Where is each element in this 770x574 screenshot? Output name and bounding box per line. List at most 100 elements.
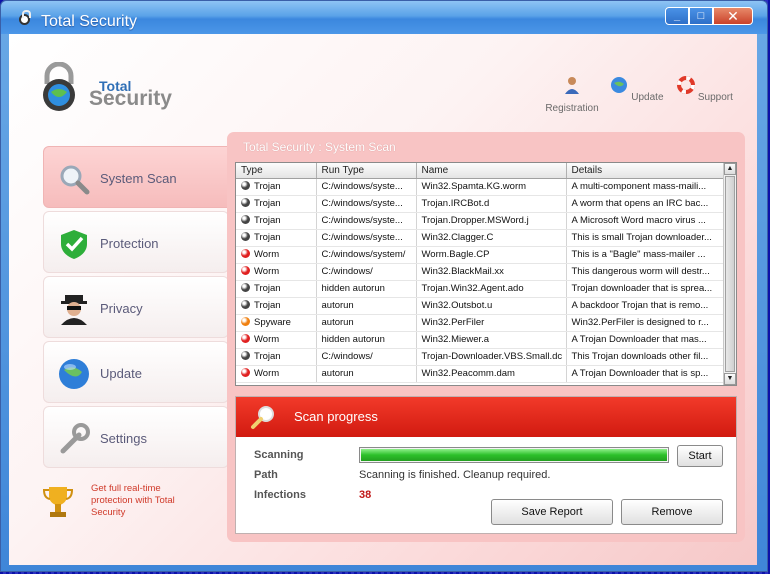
minimize-button[interactable]: _ bbox=[665, 7, 689, 25]
cell-run-type: C:/windows/syste... bbox=[316, 229, 417, 247]
cell-details: This is a "Bagle" mass-mailer ... bbox=[566, 246, 725, 264]
scroll-down-button[interactable]: ▼ bbox=[724, 373, 736, 385]
cell-run-type: C:/windows/ bbox=[316, 263, 417, 281]
cell-run-type: autorun bbox=[316, 365, 417, 383]
registration-label: Registration bbox=[545, 103, 599, 114]
cell-type: Trojan bbox=[236, 195, 317, 213]
threat-status-icon bbox=[241, 368, 250, 377]
cell-name: Win32.Peacomm.dam bbox=[416, 365, 567, 383]
title-bar[interactable]: Total Security _ □ ✕ bbox=[1, 1, 767, 34]
cell-name-text: Trojan.Dropper.MSWord.j bbox=[421, 215, 529, 226]
threat-status-icon bbox=[241, 334, 250, 343]
maximize-button[interactable]: □ bbox=[689, 7, 713, 25]
cell-type: Spyware bbox=[236, 314, 317, 332]
cell-run-type: autorun bbox=[316, 314, 417, 332]
threat-status-icon bbox=[241, 317, 250, 326]
cell-name-text: Win32.BlackMail.xx bbox=[421, 266, 504, 277]
table-row[interactable]: Trojan C:/windows/syste... Trojan.IRCBot.d… bbox=[236, 195, 725, 213]
cell-details: A Microsoft Word macro virus ... bbox=[566, 212, 725, 230]
cell-name: Worm.Bagle.CP bbox=[416, 246, 567, 264]
threat-status-icon bbox=[241, 300, 250, 309]
start-button[interactable]: Start bbox=[677, 445, 723, 467]
table-row[interactable]: Spyware autorun Win32.PerFiler Win32.PerFil… bbox=[236, 314, 725, 332]
cell-type: Trojan bbox=[236, 229, 317, 247]
remove-button[interactable]: Remove bbox=[621, 499, 723, 525]
cell-type: Worm bbox=[236, 263, 317, 281]
sidebar-item-label: Privacy bbox=[100, 301, 143, 316]
path-value: Scanning is finished. Cleanup required. bbox=[359, 469, 551, 481]
sidebar-item-label: Protection bbox=[100, 236, 159, 251]
cell-details: This Trojan downloads other fil... bbox=[566, 348, 725, 366]
table-row[interactable]: Trojan C:/windows/syste... Win32.Clagger.C… bbox=[236, 229, 725, 247]
threat-status-icon bbox=[241, 232, 250, 241]
cell-name-text: Trojan.IRCBot.d bbox=[421, 198, 490, 209]
vertical-scrollbar[interactable]: ▲ ▼ bbox=[723, 163, 736, 385]
user-icon bbox=[565, 77, 579, 94]
sidebar-item-label: Update bbox=[100, 366, 142, 381]
cell-name: Win32.BlackMail.xx bbox=[416, 263, 567, 281]
scan-progress-box: Scan progress Scanning Start Path Scanni… bbox=[235, 396, 737, 534]
promo-text[interactable]: Get full real-time protection with Total… bbox=[91, 483, 201, 519]
cell-name-text: Win32.Peacomm.dam bbox=[421, 368, 515, 379]
cell-type: Worm bbox=[236, 365, 317, 383]
scroll-thumb[interactable] bbox=[725, 176, 735, 372]
spy-icon bbox=[61, 295, 87, 325]
cell-name-text: Win32.Outsbot.u bbox=[421, 300, 493, 311]
cell-type-text: Trojan bbox=[254, 300, 281, 311]
sidebar-item-privacy[interactable]: Privacy bbox=[43, 276, 229, 338]
table-row[interactable]: Trojan C:/windows/syste... Win32.Spamta.KG… bbox=[236, 178, 725, 196]
sidebar-item-settings[interactable]: Settings bbox=[43, 406, 229, 468]
table-row[interactable]: Worm C:/windows/Win32.BlackMail.xx This da… bbox=[236, 263, 725, 281]
threat-table: Type Run Type Name Details Trojan C:/wind… bbox=[235, 162, 737, 386]
save-report-button[interactable]: Save Report bbox=[491, 499, 613, 525]
cell-details-text: This is a "Bagle" mass-mailer ... bbox=[571, 249, 706, 260]
scroll-up-button[interactable]: ▲ bbox=[724, 163, 736, 175]
table-row[interactable]: Worm hidden autorun Win32.Miewer.a A Trojan… bbox=[236, 331, 725, 349]
cell-name-text: Win32.Miewer.a bbox=[421, 334, 490, 345]
cell-type: Trojan bbox=[236, 212, 317, 230]
table-row[interactable]: Trojan hidden autorun Trojan.Win32.Agent.a… bbox=[236, 280, 725, 298]
close-button[interactable]: ✕ bbox=[713, 7, 753, 25]
registration-link[interactable]: Registration bbox=[537, 76, 607, 114]
column-header-run-type[interactable]: Run Type bbox=[316, 163, 417, 179]
table-row[interactable]: Worm autorun Win32.Peacomm.dam A Trojan Dow… bbox=[236, 365, 725, 383]
table-row[interactable]: Trojan C:/windows/Trojan-Downloader.VBS.S… bbox=[236, 348, 725, 366]
sidebar-item-system-scan[interactable]: System Scan bbox=[43, 146, 235, 208]
table-row[interactable]: Trojan C:/windows/syste... Trojan.Dropper.… bbox=[236, 212, 725, 230]
column-header-name[interactable]: Name bbox=[416, 163, 567, 179]
sidebar-item-update[interactable]: Update bbox=[43, 341, 229, 403]
sidebar-item-protection[interactable]: Protection bbox=[43, 211, 229, 273]
column-header-type[interactable]: Type bbox=[236, 163, 317, 179]
globe-icon bbox=[59, 359, 89, 389]
cell-details-text: Win32.PerFiler is designed to r... bbox=[571, 317, 709, 328]
column-header-details[interactable]: Details bbox=[566, 163, 725, 179]
cell-run-type-text: autorun bbox=[321, 300, 354, 311]
scanning-label: Scanning bbox=[254, 449, 304, 461]
cell-details-text: A worm that opens an IRC bac... bbox=[571, 198, 709, 209]
lock-icon bbox=[19, 10, 31, 25]
table-row[interactable]: Worm C:/windows/system/Worm.Bagle.CP This … bbox=[236, 246, 725, 264]
update-label: Update bbox=[631, 92, 664, 103]
table-row[interactable]: Trojan autorun Win32.Outsbot.u A backdoor T… bbox=[236, 297, 725, 315]
cell-details: A worm that opens an IRC bac... bbox=[566, 195, 725, 213]
cell-name: Win32.Clagger.C bbox=[416, 229, 567, 247]
threat-status-icon bbox=[241, 181, 250, 190]
logo-text-security: Security bbox=[89, 87, 172, 110]
cell-run-type: C:/windows/syste... bbox=[316, 212, 417, 230]
update-link[interactable]: Update bbox=[602, 76, 672, 103]
cell-details: Trojan downloader that is sprea... bbox=[566, 280, 725, 298]
cell-name-text: Win32.Clagger.C bbox=[421, 232, 494, 243]
path-label: Path bbox=[254, 469, 278, 481]
support-link[interactable]: Support bbox=[670, 76, 740, 103]
cell-run-type-text: C:/windows/syste... bbox=[321, 232, 403, 243]
infections-count: 38 bbox=[359, 489, 372, 501]
cell-type-text: Worm bbox=[254, 368, 280, 379]
threat-status-icon bbox=[241, 283, 250, 292]
threat-status-icon bbox=[241, 351, 250, 360]
window-controls: _ □ ✕ bbox=[665, 7, 753, 25]
app-window: Total Security _ □ ✕ Total Security Regi… bbox=[0, 0, 768, 572]
threat-status-icon bbox=[241, 266, 250, 275]
padlock-logo-icon bbox=[43, 62, 75, 111]
cell-details-text: This is small Trojan downloader... bbox=[571, 232, 712, 243]
cell-type: Worm bbox=[236, 246, 317, 264]
